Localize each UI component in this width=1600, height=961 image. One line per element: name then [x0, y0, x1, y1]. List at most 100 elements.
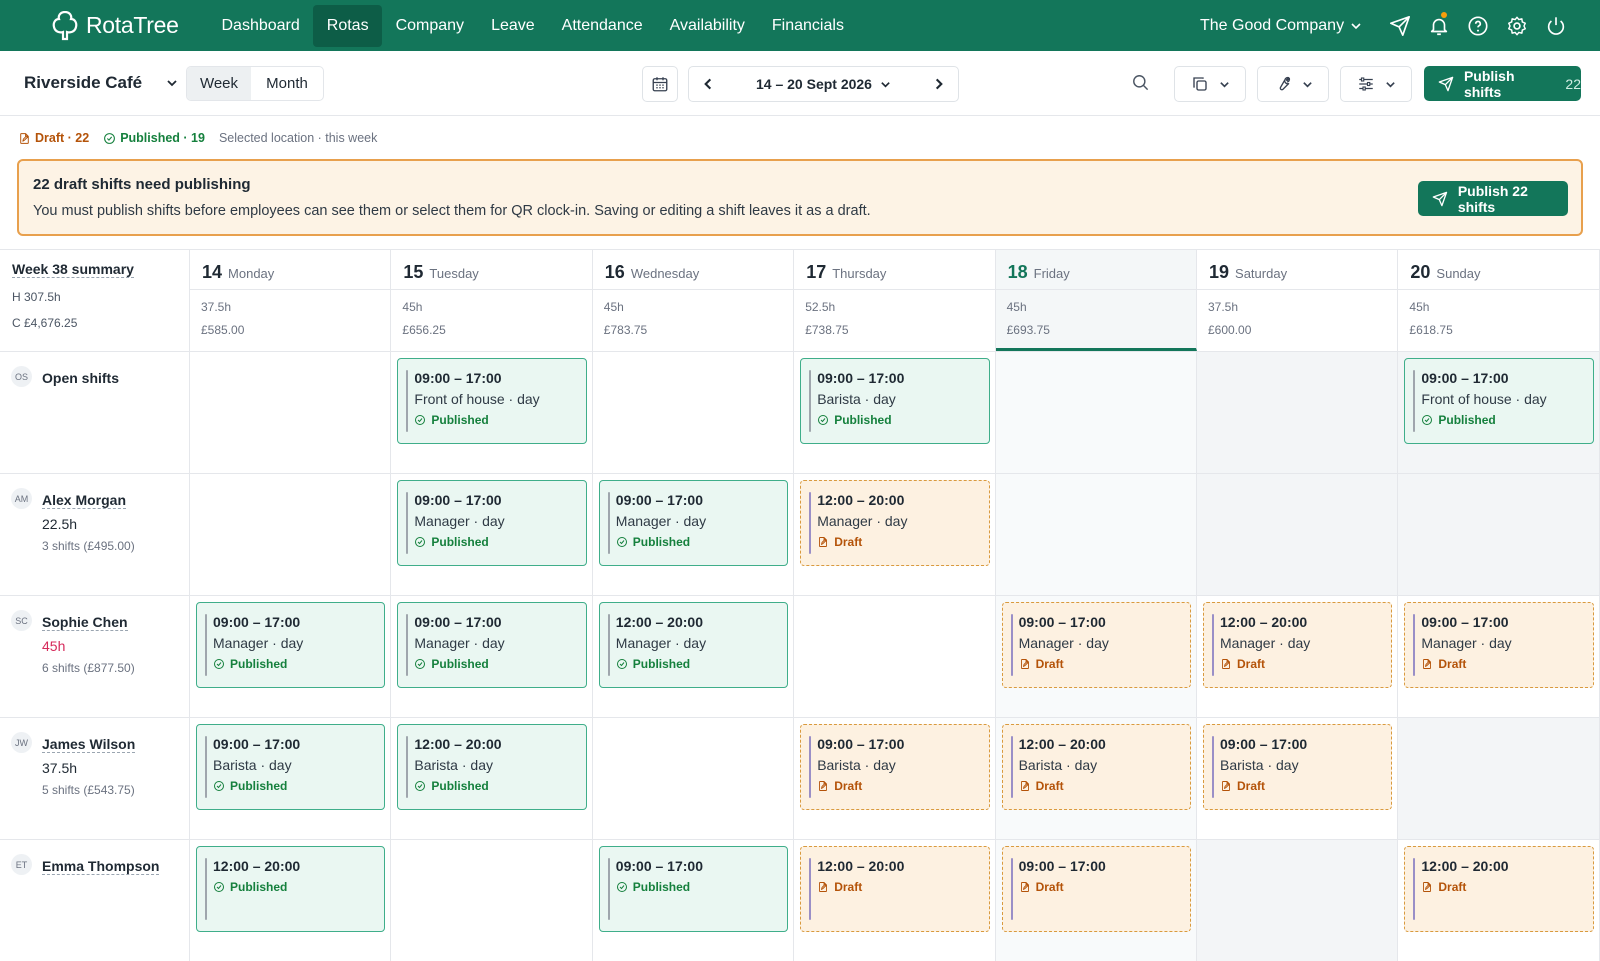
shift-card[interactable]: 09:00 – 17:00 Barista · day Published: [196, 724, 386, 810]
day-cell[interactable]: [190, 352, 392, 473]
day-cell[interactable]: 09:00 – 17:00 Front of house · day Publish…: [1398, 352, 1600, 473]
bell-icon[interactable]: [1419, 11, 1458, 37]
chevron-right-icon[interactable]: [932, 77, 946, 91]
publish-shifts-label: Publish shifts: [1463, 67, 1515, 100]
shift-card[interactable]: 09:00 – 17:00 Manager · day Published: [397, 602, 587, 688]
day-cell[interactable]: [190, 474, 392, 595]
search-icon[interactable]: [1131, 73, 1150, 97]
day-cell[interactable]: 09:00 – 17:00 Manager · day Published: [593, 474, 795, 595]
shift-card[interactable]: 12:00 – 20:00 Published: [196, 846, 386, 932]
day-cell[interactable]: [391, 840, 593, 961]
day-cell[interactable]: 12:00 – 20:00 Manager · day Draft: [794, 474, 996, 595]
day-cell[interactable]: 09:00 – 17:00 Barista · day Published: [190, 718, 392, 839]
shift-card[interactable]: 09:00 – 17:00 Manager · day Published: [598, 480, 789, 566]
help-icon[interactable]: [1458, 15, 1497, 37]
tools-menu-button[interactable]: [1257, 66, 1329, 102]
calendar-button[interactable]: [642, 66, 678, 102]
nav-financials[interactable]: Financials: [758, 5, 857, 47]
day-header[interactable]: 19 Saturday 37.5h £600.00: [1197, 250, 1399, 351]
shift-card[interactable]: 09:00 – 17:00 Barista · day Draft: [800, 724, 990, 810]
shift-card[interactable]: 09:00 – 17:00 Barista · day Draft: [1203, 724, 1393, 810]
shift-card[interactable]: 09:00 – 17:00 Front of house · day Publish…: [397, 358, 587, 444]
day-header[interactable]: 20 Sunday 45h £618.75: [1398, 250, 1600, 351]
chevron-left-icon[interactable]: [701, 77, 715, 91]
day-cell[interactable]: [995, 474, 1197, 595]
date-range-picker[interactable]: 14 – 20 Sept 2026: [756, 76, 891, 92]
nav-availability[interactable]: Availability: [656, 5, 758, 47]
day-header[interactable]: 18 Friday 45h £693.75: [995, 250, 1197, 351]
employee-cell[interactable]: ET Emma Thompson: [0, 840, 190, 961]
employee-cell[interactable]: JW James Wilson 37.5h 5 shifts (£543.75): [0, 718, 190, 839]
shift-card[interactable]: 12:00 – 20:00 Barista · day Draft: [1001, 724, 1191, 810]
logo[interactable]: RotaTree: [52, 10, 208, 41]
shift-card[interactable]: 12:00 – 20:00 Barista · day Published: [397, 724, 587, 810]
day-cell[interactable]: 09:00 – 17:00 Draft: [995, 840, 1197, 961]
shift-card[interactable]: 09:00 – 17:00 Barista · day Published: [800, 358, 990, 444]
day-cell[interactable]: 12:00 – 20:00 Draft: [794, 840, 996, 961]
day-cell[interactable]: 09:00 – 17:00 Barista · day Draft: [1197, 718, 1399, 839]
day-cell[interactable]: 12:00 – 20:00 Draft: [1398, 840, 1600, 961]
gear-icon[interactable]: [1497, 15, 1536, 37]
day-cell[interactable]: 09:00 – 17:00 Manager · day Published: [391, 596, 593, 717]
nav-leave[interactable]: Leave: [478, 5, 549, 47]
day-cell[interactable]: 12:00 – 20:00 Manager · day Published: [593, 596, 795, 717]
publish-shifts-button[interactable]: Publish shifts 22: [1424, 66, 1581, 101]
day-header[interactable]: 16 Wednesday 45h £783.75: [592, 250, 795, 351]
shift-card[interactable]: 12:00 – 20:00 Manager · day Published: [598, 602, 789, 688]
copy-menu-button[interactable]: [1174, 66, 1246, 102]
week-summary-title[interactable]: Week 38 summary: [12, 261, 134, 278]
day-cell[interactable]: [995, 352, 1197, 473]
shift-card[interactable]: 09:00 – 17:00 Draft: [1001, 846, 1191, 932]
employee-cell[interactable]: OS Open shifts: [0, 352, 190, 473]
shift-card[interactable]: 09:00 – 17:00 Published: [598, 846, 789, 932]
day-cell[interactable]: 12:00 – 20:00 Barista · day Published: [391, 718, 593, 839]
day-cell[interactable]: 09:00 – 17:00 Manager · day Published: [190, 596, 392, 717]
shift-card[interactable]: 12:00 – 20:00 Manager · day Draft: [800, 480, 990, 566]
day-cell[interactable]: [1197, 840, 1399, 961]
shift-card[interactable]: 12:00 – 20:00 Draft: [1404, 846, 1594, 932]
power-icon[interactable]: [1536, 15, 1575, 37]
day-cell[interactable]: [1197, 352, 1399, 473]
shift-card[interactable]: 09:00 – 17:00 Front of house · day Publish…: [1404, 358, 1594, 444]
day-header[interactable]: 14 Monday 37.5h £585.00: [190, 250, 392, 351]
day-cell[interactable]: [1398, 718, 1600, 839]
view-week-button[interactable]: Week: [187, 67, 251, 100]
shift-card[interactable]: 09:00 – 17:00 Manager · day Draft: [1404, 602, 1594, 688]
day-cell[interactable]: 09:00 – 17:00 Manager · day Draft: [995, 596, 1197, 717]
day-cell[interactable]: [794, 596, 996, 717]
nav-rotas[interactable]: Rotas: [313, 4, 383, 47]
published-count-badge[interactable]: Published · 19: [103, 131, 205, 145]
day-header[interactable]: 15 Tuesday 45h £656.25: [391, 250, 593, 351]
day-cell[interactable]: [1398, 474, 1600, 595]
day-cell[interactable]: 09:00 – 17:00 Barista · day Draft: [794, 718, 996, 839]
shift-card[interactable]: 09:00 – 17:00 Manager · day Published: [397, 480, 587, 566]
employee-cell[interactable]: SC Sophie Chen 45h 6 shifts (£877.50): [0, 596, 190, 717]
day-cell[interactable]: 12:00 – 20:00 Published: [190, 840, 392, 961]
filter-menu-button[interactable]: [1340, 66, 1412, 102]
shift-card[interactable]: 12:00 – 20:00 Manager · day Draft: [1203, 602, 1393, 688]
day-cell[interactable]: [1197, 474, 1399, 595]
day-cell[interactable]: 09:00 – 17:00 Published: [593, 840, 795, 961]
view-month-button[interactable]: Month: [251, 67, 323, 100]
draft-count-badge[interactable]: Draft · 22: [18, 131, 89, 145]
day-header[interactable]: 17 Thursday 52.5h £738.75: [794, 250, 996, 351]
location-select[interactable]: Riverside Café: [24, 73, 178, 93]
day-cell[interactable]: 12:00 – 20:00 Barista · day Draft: [995, 718, 1197, 839]
day-cell[interactable]: 12:00 – 20:00 Manager · day Draft: [1197, 596, 1399, 717]
shift-card[interactable]: 09:00 – 17:00 Manager · day Published: [196, 602, 386, 688]
send-icon[interactable]: [1380, 15, 1419, 37]
day-cell[interactable]: [593, 352, 795, 473]
shift-card[interactable]: 12:00 – 20:00 Draft: [800, 846, 990, 932]
day-cell[interactable]: 09:00 – 17:00 Manager · day Draft: [1398, 596, 1600, 717]
nav-dashboard[interactable]: Dashboard: [208, 5, 313, 47]
day-cell[interactable]: 09:00 – 17:00 Barista · day Published: [794, 352, 996, 473]
company-switcher[interactable]: The Good Company: [1200, 0, 1362, 51]
nav-company[interactable]: Company: [382, 5, 477, 47]
day-cell[interactable]: 09:00 – 17:00 Front of house · day Publish…: [391, 352, 593, 473]
day-cell[interactable]: 09:00 – 17:00 Manager · day Published: [391, 474, 593, 595]
nav-attendance[interactable]: Attendance: [548, 5, 656, 47]
shift-card[interactable]: 09:00 – 17:00 Manager · day Draft: [1001, 602, 1191, 688]
publish-drafts-button[interactable]: Publish 22 shifts: [1418, 181, 1568, 216]
day-cell[interactable]: [593, 718, 795, 839]
employee-cell[interactable]: AM Alex Morgan 22.5h 3 shifts (£495.00): [0, 474, 190, 595]
